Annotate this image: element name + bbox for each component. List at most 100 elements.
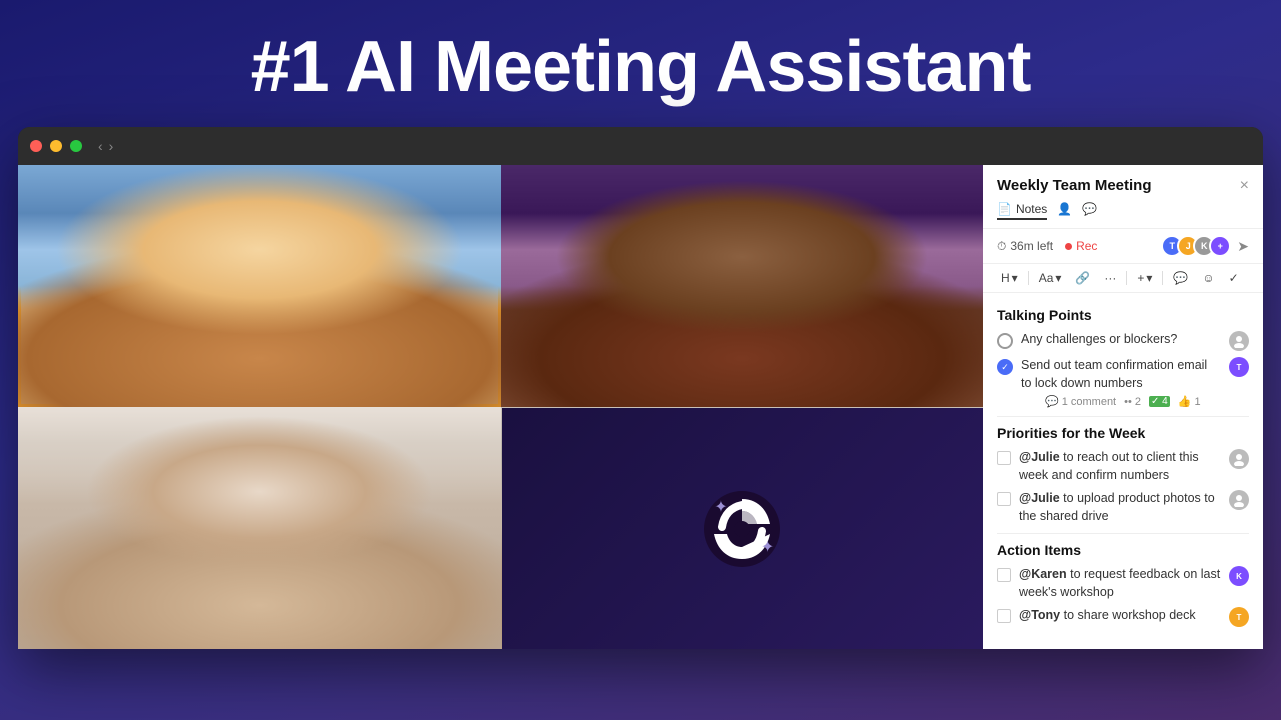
toolbar-sep-1 [1028, 271, 1029, 285]
insert-button[interactable]: + ▾ [1133, 269, 1156, 287]
tp2-text: Send out team confirmation email to lock… [1021, 358, 1207, 390]
font-button[interactable]: Aa ▾ [1035, 269, 1066, 287]
video-cell-person-1[interactable] [18, 165, 501, 407]
tp2-comments: 💬 1 comment [1045, 395, 1116, 408]
heading-arrow: ▾ [1012, 271, 1018, 285]
avatar-4: + [1209, 235, 1231, 257]
check-button[interactable]: ✓ [1225, 269, 1243, 287]
font-label: Aa [1039, 271, 1054, 285]
priority-item-1: @Julie to reach out to client this week … [997, 449, 1249, 484]
plus-label: + [1137, 271, 1144, 285]
heading-label: H [1001, 271, 1010, 285]
toolbar-sep-2 [1126, 271, 1127, 285]
ai1-checkbox[interactable] [997, 568, 1011, 582]
comment-icon-toolbar: 💬 [1173, 271, 1188, 285]
editor-toolbar: H ▾ Aa ▾ 🔗 ··· + ▾ [983, 264, 1263, 293]
tp2-avatar: T [1229, 357, 1249, 377]
pr1-avatar [1229, 449, 1249, 469]
clock-icon: ⏱ [997, 239, 1006, 254]
meta-right: T J K + ➤ [1161, 235, 1249, 257]
tp2-checks: ✓ 4 [1149, 396, 1170, 407]
comment-button[interactable]: 💬 [1169, 269, 1192, 287]
ai1-mention: @Karen [1019, 567, 1067, 581]
time-left: ⏱ 36m left [997, 239, 1053, 254]
panel-title: Weekly Team Meeting [997, 177, 1152, 194]
tp2-checkbox[interactable]: ✓ [997, 359, 1013, 375]
tab-notes[interactable]: 📄 Notes [997, 200, 1047, 220]
video-cell-brand: ✦ ✦ [502, 408, 984, 649]
tab-share[interactable]: 👤 [1057, 200, 1072, 220]
ai2-checkbox[interactable] [997, 609, 1011, 623]
video-grid: ✦ ✦ [18, 165, 983, 649]
tp2-meta: 💬 1 comment •• 2 ✓ 4 👍 1 [1045, 395, 1221, 408]
tp1-avatar [1229, 331, 1249, 351]
nav-forward-button[interactable]: › [109, 138, 114, 154]
ai1-text: @Karen to request feedback on last week'… [1019, 566, 1221, 601]
nav-back-button[interactable]: ‹ [98, 138, 103, 154]
talking-item-1: Any challenges or blockers? [997, 331, 1249, 351]
ai2-avatar: T [1229, 607, 1249, 627]
rec-dot [1065, 243, 1072, 250]
comment-count: 1 comment [1062, 396, 1116, 408]
more-label: ··· [1104, 271, 1116, 285]
time-left-label: 36m left [1010, 239, 1053, 253]
font-arrow: ▾ [1055, 271, 1061, 285]
panel-header: Weekly Team Meeting × 📄 Notes 👤 💬 [983, 165, 1263, 229]
talking-points-title: Talking Points [997, 307, 1249, 323]
close-button[interactable]: × [1240, 178, 1249, 194]
pr2-checkbox[interactable] [997, 492, 1011, 506]
traffic-light-red[interactable] [30, 140, 42, 152]
tp1-text: Any challenges or blockers? [1021, 331, 1221, 349]
panel-body: Talking Points Any challenges or blocker… [983, 293, 1263, 649]
link-icon-toolbar: 🔗 [1075, 271, 1090, 285]
pr1-mention: @Julie [1019, 450, 1060, 464]
action-item-2: @Tony to share workshop deck T [997, 607, 1249, 627]
traffic-light-green[interactable] [70, 140, 82, 152]
sparkle-icon-2: ✦ [761, 537, 774, 557]
panel-tabs: 📄 Notes 👤 💬 [997, 200, 1249, 220]
pr2-avatar [1229, 490, 1249, 510]
priority-item-2: @Julie to upload product photos to the s… [997, 490, 1249, 525]
pr1-checkbox[interactable] [997, 451, 1011, 465]
share-icon: 👤 [1057, 202, 1072, 216]
link-button[interactable]: 🔗 [1071, 269, 1094, 287]
notes-icon: 📄 [997, 202, 1012, 216]
plus-arrow: ▾ [1146, 271, 1152, 285]
brand-logo: ✦ ✦ [702, 489, 782, 569]
toolbar-sep-3 [1162, 271, 1163, 285]
logo-icon: ✦ ✦ [702, 489, 782, 569]
pr2-text: @Julie to upload product photos to the s… [1019, 490, 1221, 525]
traffic-light-yellow[interactable] [50, 140, 62, 152]
rec-label: Rec [1076, 239, 1097, 253]
rec-badge: Rec [1065, 239, 1097, 253]
sparkle-icon-1: ✦ [714, 497, 727, 517]
pr1-text: @Julie to reach out to client this week … [1019, 449, 1221, 484]
comment-count-icon: 💬 [1045, 395, 1059, 408]
video-cell-person-2[interactable] [501, 165, 984, 407]
ai2-mention: @Tony [1019, 608, 1060, 622]
more-button[interactable]: ··· [1100, 269, 1120, 287]
browser-toolbar: ‹ › [18, 127, 1263, 165]
tp2-dots: •• 2 [1124, 396, 1141, 408]
check-badge: ✓ 4 [1149, 396, 1170, 407]
emoji-button[interactable]: ☺ [1198, 269, 1218, 287]
ai1-avatar: K [1229, 566, 1249, 586]
ai2-text: @Tony to share workshop deck [1019, 607, 1221, 625]
hero-title: #1 AI Meeting Assistant [251, 28, 1031, 107]
video-cell-person-3[interactable] [18, 407, 501, 649]
pr2-mention: @Julie [1019, 491, 1060, 505]
heading-button[interactable]: H ▾ [997, 269, 1022, 287]
panel-meta: ⏱ 36m left Rec T J K + ➤ [983, 229, 1263, 264]
talking-item-2: ✓ Send out team confirmation email to lo… [997, 357, 1249, 408]
link-icon: 💬 [1082, 202, 1097, 216]
tab-link[interactable]: 💬 [1082, 200, 1097, 220]
browser-window: ‹ › ✦ [18, 127, 1263, 649]
browser-content: ✦ ✦ [18, 165, 1263, 649]
divider-1 [997, 416, 1249, 417]
tab-notes-label: Notes [1016, 202, 1047, 216]
check-icon-toolbar: ✓ [1229, 271, 1239, 285]
meeting-panel: Weekly Team Meeting × 📄 Notes 👤 💬 [983, 165, 1263, 649]
tp1-checkbox[interactable] [997, 333, 1013, 349]
send-icon[interactable]: ➤ [1237, 238, 1249, 255]
emoji-icon-toolbar: ☺ [1202, 271, 1214, 285]
